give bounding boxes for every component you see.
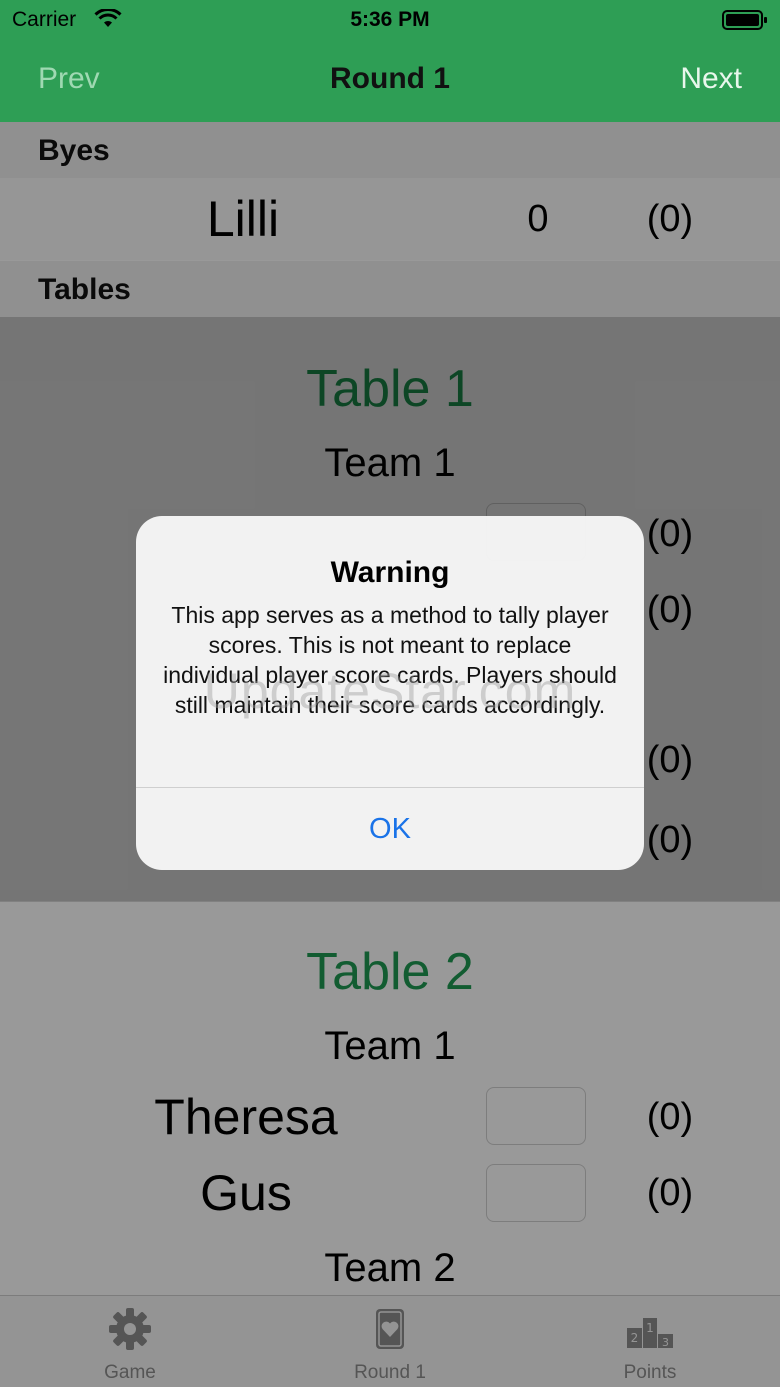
ok-button[interactable]: OK: [136, 788, 644, 870]
alert-title: Warning: [330, 556, 450, 589]
status-time: 5:36 PM: [350, 8, 430, 31]
next-button[interactable]: Next: [680, 62, 742, 96]
battery-icon: [722, 10, 767, 30]
watermark: UpdateStar.com: [203, 663, 577, 719]
status-bar: Carrier 5:36 PM: [0, 0, 780, 40]
page-title: Round 1: [330, 62, 450, 95]
navigation-bar: Prev Round 1 Next: [0, 40, 780, 122]
